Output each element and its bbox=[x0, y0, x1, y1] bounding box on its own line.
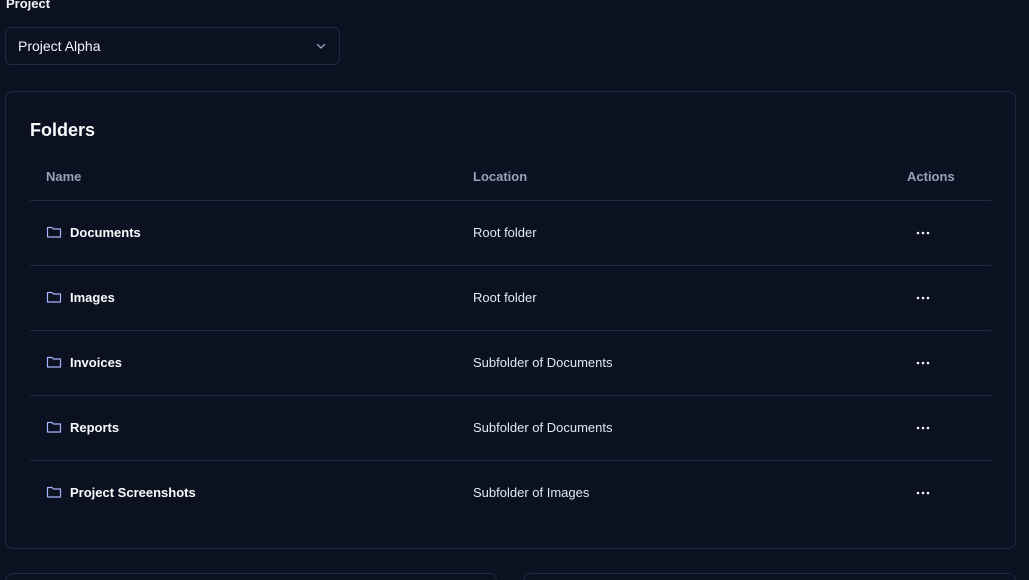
folder-icon bbox=[46, 289, 62, 305]
table-row: Reports Subfolder of Documents bbox=[30, 396, 991, 461]
folder-name-cell[interactable]: Project Screenshots bbox=[46, 484, 196, 500]
folder-location: Subfolder of Documents bbox=[473, 420, 613, 435]
lower-card-left bbox=[5, 573, 497, 580]
chevron-down-icon bbox=[315, 40, 327, 52]
folder-name-cell[interactable]: Reports bbox=[46, 419, 119, 435]
folders-table: Name Location Actions Documents Root fol… bbox=[30, 156, 991, 525]
column-header-location: Location bbox=[473, 169, 528, 184]
project-select-value: Project Alpha bbox=[18, 38, 101, 54]
project-select[interactable]: Project Alpha bbox=[5, 27, 340, 65]
folders-card: Folders Name Location Actions Documents … bbox=[5, 91, 1016, 549]
lower-card-right bbox=[523, 573, 1016, 580]
folder-name-cell[interactable]: Documents bbox=[46, 224, 141, 240]
more-horizontal-icon[interactable] bbox=[912, 353, 934, 373]
folder-icon bbox=[46, 224, 62, 240]
table-row: Project Screenshots Subfolder of Images bbox=[30, 461, 991, 525]
column-header-actions: Actions bbox=[907, 169, 955, 184]
folder-location: Subfolder of Documents bbox=[473, 355, 613, 370]
table-row: Invoices Subfolder of Documents bbox=[30, 331, 991, 396]
folder-name: Images bbox=[70, 289, 115, 305]
project-label: Project bbox=[6, 0, 51, 11]
folder-name-cell[interactable]: Invoices bbox=[46, 354, 122, 370]
more-horizontal-icon[interactable] bbox=[912, 483, 934, 503]
folder-name-cell[interactable]: Images bbox=[46, 289, 115, 305]
folder-location: Subfolder of Images bbox=[473, 485, 590, 500]
page: Project Project Alpha Folders Name Locat… bbox=[0, 0, 1029, 580]
folder-name: Project Screenshots bbox=[70, 484, 196, 500]
more-horizontal-icon[interactable] bbox=[912, 288, 934, 308]
table-row: Images Root folder bbox=[30, 266, 991, 331]
folder-name: Invoices bbox=[70, 354, 123, 370]
folders-title: Folders bbox=[30, 120, 96, 140]
folder-icon bbox=[46, 354, 62, 370]
table-row: Documents Root folder bbox=[30, 201, 991, 266]
folder-name: Reports bbox=[70, 419, 120, 435]
more-horizontal-icon[interactable] bbox=[912, 223, 934, 243]
folder-name: Documents bbox=[70, 224, 141, 240]
folder-location: Root folder bbox=[473, 225, 537, 240]
table-header: Name Location Actions bbox=[30, 156, 991, 201]
folder-icon bbox=[46, 419, 62, 435]
column-header-name: Name bbox=[46, 169, 82, 184]
more-horizontal-icon[interactable] bbox=[912, 418, 934, 438]
folder-icon bbox=[46, 484, 62, 500]
folder-location: Root folder bbox=[473, 290, 537, 305]
